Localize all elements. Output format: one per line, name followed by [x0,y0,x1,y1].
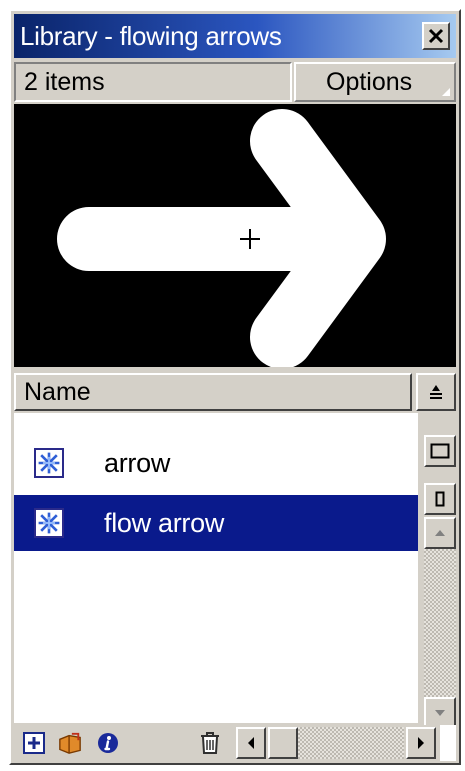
options-menu-indicator-icon [442,88,450,96]
new-folder-button[interactable] [58,731,82,755]
list-item-flow-arrow[interactable]: flow arrow [14,495,418,551]
new-symbol-button[interactable] [22,731,46,755]
graphic-symbol-icon [34,508,64,538]
resize-corner [440,725,456,761]
properties-icon [98,733,118,753]
wide-state-icon [430,443,450,459]
delete-icon [201,732,219,754]
new-symbol-icon [23,732,45,754]
narrow-state-icon [435,491,445,507]
scroll-down-arrow-icon [435,710,445,716]
library-item-list: arrow flow arrow [14,413,418,723]
sort-order-button[interactable] [416,373,456,411]
name-header-label: Name [24,378,91,406]
horizontal-scroll-track[interactable] [298,727,404,759]
horizontal-scrollbar[interactable] [236,727,436,759]
scroll-right-button[interactable] [406,727,436,759]
narrow-state-button[interactable] [424,483,456,515]
item-label: flow arrow [104,507,225,538]
scroll-right-arrow-icon [418,737,424,749]
symbol-preview [14,104,456,367]
library-panel: Library - flowing arrows 2 items Options… [9,9,461,765]
graphic-symbol-icon [34,448,64,478]
options-label: Options [326,68,413,96]
scroll-left-arrow-icon [248,737,254,749]
window-title: Library - flowing arrows [20,21,282,51]
arrow-preview-icon [57,109,386,367]
side-controls [422,413,456,729]
options-button[interactable]: Options [294,62,456,102]
name-column-header[interactable]: Name [14,373,412,411]
info-row: 2 items Options [14,62,456,102]
scroll-up-button[interactable] [424,517,456,549]
wide-state-button[interactable] [424,435,456,467]
title-bar[interactable]: Library - flowing arrows [14,14,456,58]
close-icon [428,28,444,44]
item-label: arrow [104,447,171,478]
horizontal-scroll-thumb[interactable] [268,727,298,759]
delete-button[interactable] [198,731,222,755]
scroll-left-button[interactable] [236,727,266,759]
new-folder-icon [59,732,81,754]
close-button[interactable] [422,22,450,50]
item-count: 2 items [14,62,292,102]
scroll-up-arrow-icon [435,530,445,536]
bottom-toolbar [14,725,456,761]
list-item-arrow[interactable]: arrow [14,435,418,491]
sort-order-icon [430,385,442,399]
vertical-scroll-track[interactable] [424,549,456,697]
properties-button[interactable] [96,731,120,755]
